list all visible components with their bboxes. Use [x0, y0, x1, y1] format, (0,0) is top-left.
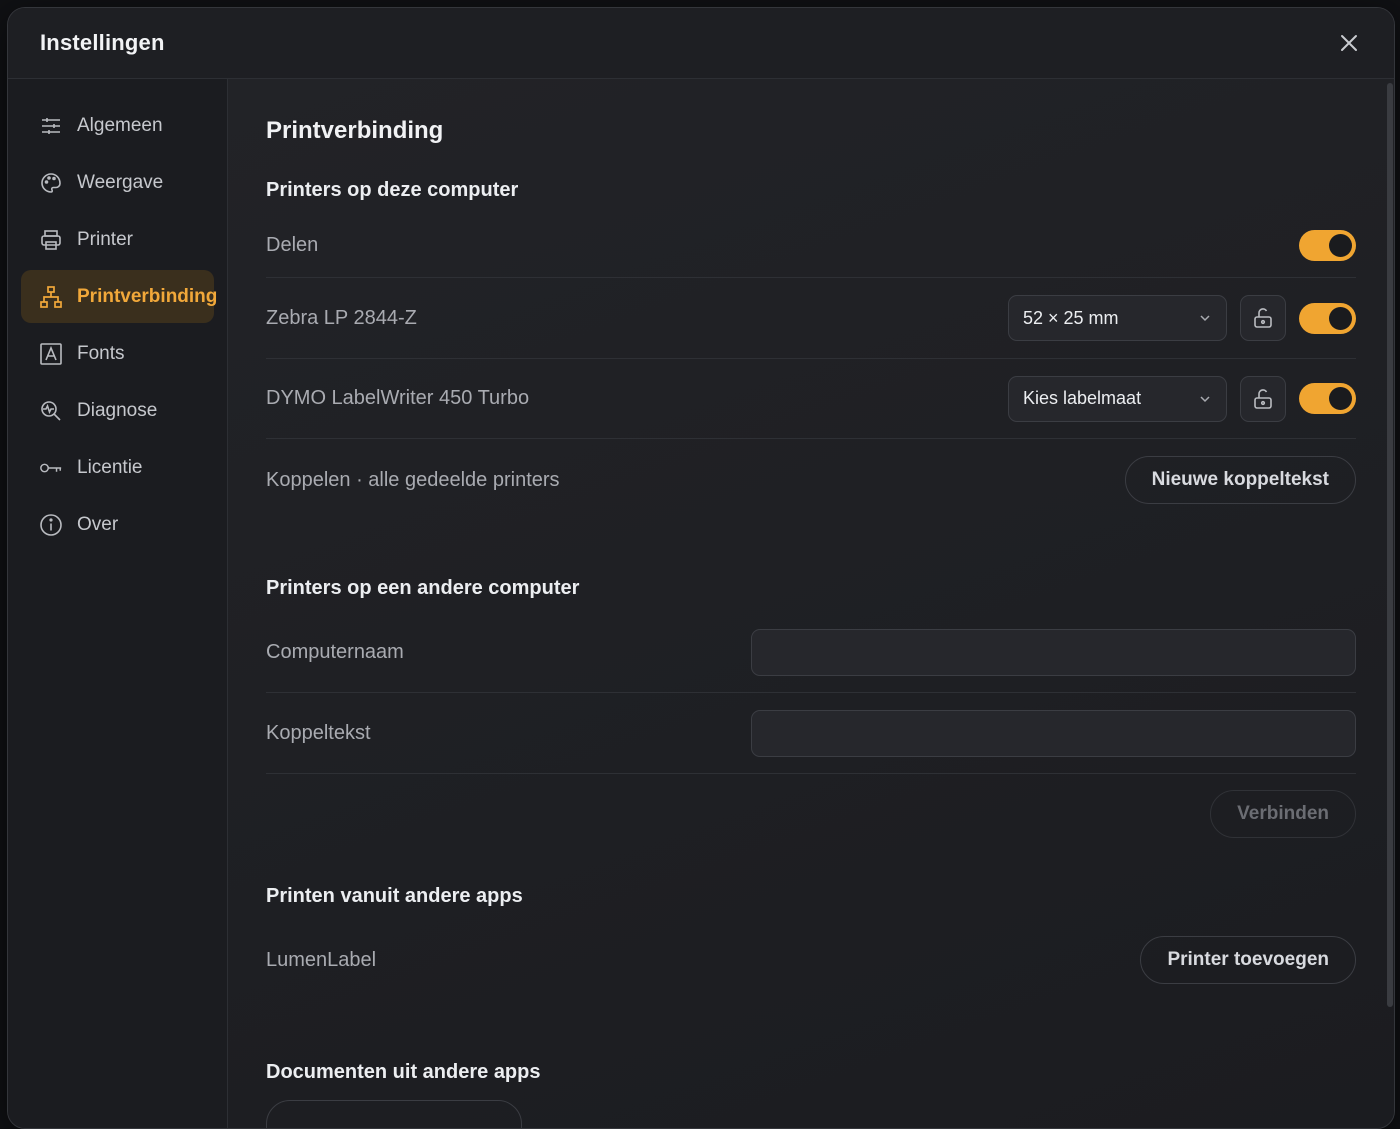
app-label: LumenLabel: [266, 948, 377, 971]
sidebar-item-label: Algemeen: [77, 114, 163, 136]
printer-toggle[interactable]: [1299, 302, 1356, 334]
dialog-header: Instellingen: [8, 8, 1394, 79]
sidebar-item-diagnose[interactable]: Diagnose: [21, 384, 214, 437]
pair-code-input[interactable]: [751, 709, 1356, 757]
share-row: Delen: [266, 214, 1356, 278]
printer-name: Zebra LP 2844-Z: [266, 306, 417, 329]
dialog-title: Instellingen: [40, 30, 165, 55]
pair-code-label: Koppeltekst: [266, 721, 371, 744]
chevron-down-icon: [1200, 315, 1210, 322]
sidebar-item-label: Diagnose: [77, 399, 158, 421]
sliders-icon: [39, 114, 63, 138]
label-size-value: 52 × 25 mm: [1023, 307, 1119, 328]
sidebar-item-algemeen[interactable]: Algemeen: [21, 99, 214, 152]
section-heading-remote: Printers op een andere computer: [266, 577, 580, 599]
settings-sidebar: Algemeen Weergave Printer Printverbindin…: [8, 79, 228, 1128]
computer-name-row: Computernaam: [266, 613, 1356, 693]
section-heading-local: Printers op deze computer: [266, 179, 519, 201]
sidebar-item-label: Over: [77, 513, 119, 535]
section-heading-documents: Documenten uit andere apps: [266, 1061, 541, 1083]
unlock-icon: [1254, 308, 1272, 328]
label-size-select[interactable]: Kies labelmaat: [1008, 375, 1227, 422]
computer-name-input[interactable]: [751, 629, 1356, 676]
share-toggle[interactable]: [1299, 230, 1356, 261]
computer-name-label: Computernaam: [266, 641, 404, 663]
new-pair-code-button[interactable]: Nieuwe koppeltekst: [1124, 456, 1356, 504]
sidebar-item-label: Licentie: [77, 456, 143, 478]
printer-row: Zebra LP 2844-Z 52 × 25 mm: [266, 278, 1356, 359]
sidebar-item-printer[interactable]: Printer: [21, 213, 214, 266]
sidebar-item-fonts[interactable]: Fonts: [21, 327, 214, 380]
sidebar-item-printverbinding[interactable]: Printverbinding: [21, 270, 218, 323]
label-size-value: Kies labelmaat: [1023, 388, 1142, 408]
unlock-button[interactable]: [1240, 375, 1286, 422]
pair-row: Koppelen · alle gedeelde printers Nieuwe…: [266, 439, 1356, 521]
app-row: LumenLabel Printer toevoegen: [266, 920, 1356, 1000]
font-icon: [39, 342, 63, 366]
share-label: Delen: [266, 234, 319, 256]
sidebar-item-licentie[interactable]: Licentie: [21, 441, 214, 494]
sidebar-item-label: Printer: [77, 228, 133, 250]
chevron-down-icon: [1200, 395, 1210, 402]
add-printer-button[interactable]: Printer toevoegen: [1140, 936, 1356, 984]
label-size-select[interactable]: 52 × 25 mm: [1008, 295, 1227, 341]
printer-name: DYMO LabelWriter 450 Turbo: [266, 387, 530, 409]
palette-icon: [39, 171, 63, 195]
section-heading-apps: Printen vanuit andere apps: [266, 885, 523, 907]
unlock-button[interactable]: [1240, 295, 1286, 341]
close-button[interactable]: [1334, 28, 1364, 58]
sidebar-item-label: Fonts: [77, 342, 125, 364]
pair-code-row: Koppeltekst: [266, 693, 1356, 774]
page-title: Printverbinding: [266, 117, 444, 144]
settings-dialog: Instellingen Algemeen Weergave Printer P…: [7, 7, 1395, 1129]
close-icon: [1341, 35, 1357, 51]
key-icon: [39, 456, 63, 480]
printer-icon: [39, 228, 63, 252]
diagnose-icon: [39, 399, 63, 423]
printer-row: DYMO LabelWriter 450 Turbo Kies labelmaa…: [266, 359, 1356, 439]
info-icon: [39, 513, 63, 537]
scrollbar[interactable]: [1387, 83, 1393, 1007]
sidebar-item-label: Weergave: [77, 171, 164, 193]
settings-content: Printverbinding Printers op deze compute…: [228, 79, 1394, 1128]
unlock-icon: [1254, 388, 1272, 409]
printer-toggle[interactable]: [1299, 383, 1356, 414]
sidebar-item-over[interactable]: Over: [21, 498, 214, 551]
documents-button[interactable]: [266, 1100, 522, 1128]
sidebar-item-weergave[interactable]: Weergave: [21, 156, 214, 209]
network-icon: [39, 285, 63, 309]
sidebar-item-label: Printverbinding: [77, 285, 218, 307]
connect-button[interactable]: Verbinden: [1210, 790, 1356, 838]
pair-label: Koppelen · alle gedeelde printers: [266, 468, 560, 491]
